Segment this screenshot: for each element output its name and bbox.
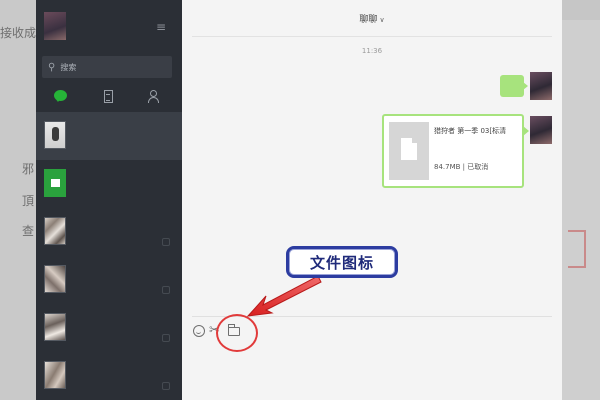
search-box[interactable]: ⚲ 搜索 [42,56,172,78]
background-topbar [562,0,600,20]
mute-icon [162,334,170,342]
chat-title-text: 聊聊 [359,15,378,25]
search-placeholder: 搜索 [60,62,77,72]
avatar[interactable] [530,72,552,100]
file-meta: 84.7MB | 已取消 [434,163,489,171]
background-red-mark [568,230,586,268]
sidebar-tabs [36,84,182,108]
people-tab-icon[interactable] [146,88,164,106]
message-timestamp: 11:36 [361,47,383,55]
background-text: 頂 [22,194,35,208]
background-app-left: 接收成 邪 頂 查 [0,0,36,400]
file-message-card[interactable]: 猎狩者 第一季 03[标清 84.7MB | 已取消 [382,114,529,188]
chevron-down-icon: ∨ [379,16,385,24]
avatar [44,217,66,245]
avatar [44,121,66,149]
sent-message-bubble[interactable] [500,75,528,97]
annotation-circle [216,314,258,352]
menu-icon[interactable]: ≡ [156,20,166,34]
avatar[interactable] [530,116,552,144]
chat-title[interactable]: 聊聊 ∨ [182,12,562,25]
chat-tab-icon[interactable] [52,88,70,106]
file-transfer-avatar-icon [44,169,66,197]
divider [192,36,552,37]
mute-icon [162,382,170,390]
file-name: 猎狩者 第一季 03[标清 [434,127,507,135]
conversation-item[interactable] [36,256,182,304]
avatar [44,313,66,341]
sidebar: ≡ ⚲ 搜索 [36,0,182,400]
background-text: 接收成 [0,26,36,40]
conversation-item[interactable] [36,352,182,400]
conversation-item[interactable] [36,160,182,208]
avatar [44,265,66,293]
emoji-icon[interactable] [192,324,206,338]
background-app-right [562,0,600,400]
my-avatar[interactable] [44,12,66,40]
conversation-item[interactable] [36,208,182,256]
conversation-item[interactable] [36,112,182,160]
document-icon [389,122,429,180]
avatar [44,361,66,389]
conversation-item[interactable] [36,304,182,352]
annotation-label: 文件图标 [286,246,398,278]
conversation-list [36,112,182,400]
mute-icon [162,286,170,294]
chat-window: ≡ ⚲ 搜索 聊聊 ∨ 11:36 猎狩者 第一季 03[标清 84.7MB |… [36,0,562,400]
mute-icon [162,238,170,246]
background-text: 邪 [22,162,35,176]
background-text: 查 [22,224,35,238]
search-icon: ⚲ [48,61,56,73]
contacts-tab-icon[interactable] [100,88,118,106]
